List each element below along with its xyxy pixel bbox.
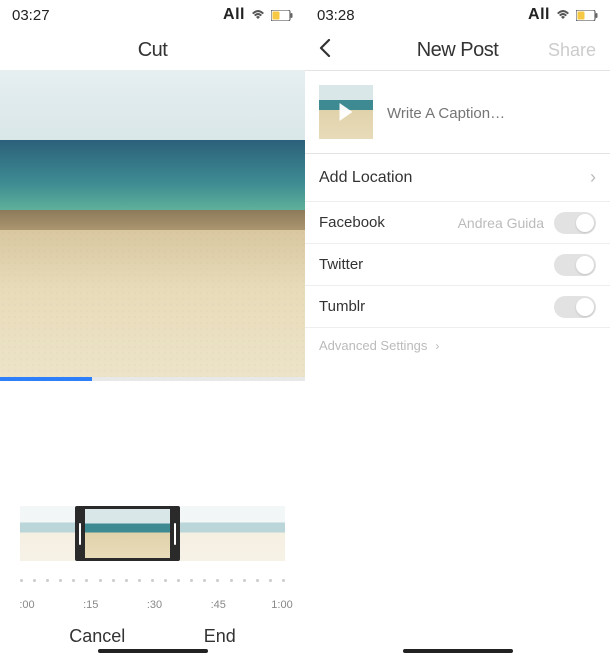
status-bar: 03:28 All	[305, 0, 610, 30]
share-button[interactable]: Share	[548, 40, 596, 61]
battery-icon	[271, 10, 293, 21]
twitter-row: Twitter	[305, 244, 610, 286]
facebook-toggle[interactable]	[554, 212, 596, 234]
screen-new-post: 03:28 All New Post Share Add Location › …	[305, 0, 610, 659]
filmstrip[interactable]	[0, 506, 305, 561]
status-time: 03:27	[12, 7, 50, 24]
status-right: All	[223, 6, 293, 24]
facebook-account: Andrea Guida	[458, 215, 544, 231]
back-button[interactable]	[319, 37, 331, 63]
wifi-icon	[556, 7, 570, 24]
battery-icon	[576, 10, 598, 21]
caption-input[interactable]	[387, 85, 596, 139]
network-label: All	[223, 6, 245, 24]
row-label: Add Location	[319, 169, 412, 187]
screen-cut: 03:27 All Cut	[0, 0, 305, 659]
bottom-actions: Cancel End	[0, 626, 305, 647]
row-label: Facebook	[319, 214, 385, 231]
add-location-row[interactable]: Add Location ›	[305, 154, 610, 202]
home-indicator[interactable]	[403, 649, 513, 653]
status-bar: 03:27 All	[0, 0, 305, 30]
page-title: Cut	[0, 39, 305, 62]
tumblr-toggle[interactable]	[554, 296, 596, 318]
row-label: Twitter	[319, 256, 363, 273]
timeline-ticks: :00 :15 :30 :45 1:00	[0, 599, 305, 611]
caption-row	[305, 71, 610, 153]
row-label: Tumblr	[319, 298, 365, 315]
titlebar: New Post Share	[305, 30, 610, 70]
titlebar: Cut	[0, 30, 305, 70]
status-time: 03:28	[317, 7, 355, 24]
wifi-icon	[251, 7, 265, 24]
network-label: All	[528, 6, 550, 24]
advanced-settings[interactable]: Advanced Settings›	[305, 328, 610, 363]
tumblr-row: Tumblr	[305, 286, 610, 328]
end-button[interactable]: End	[204, 626, 236, 647]
play-icon	[340, 103, 353, 121]
video-thumbnail[interactable]	[319, 85, 373, 139]
trim-area: :00 :15 :30 :45 1:00	[0, 381, 305, 591]
cancel-button[interactable]: Cancel	[69, 626, 125, 647]
status-right: All	[528, 6, 598, 24]
home-indicator[interactable]	[98, 649, 208, 653]
chevron-right-icon: ›	[435, 339, 439, 353]
trim-handles[interactable]	[75, 506, 180, 561]
chevron-right-icon: ›	[590, 167, 596, 188]
video-preview[interactable]	[0, 70, 305, 377]
twitter-toggle[interactable]	[554, 254, 596, 276]
facebook-row: Facebook Andrea Guida	[305, 202, 610, 244]
